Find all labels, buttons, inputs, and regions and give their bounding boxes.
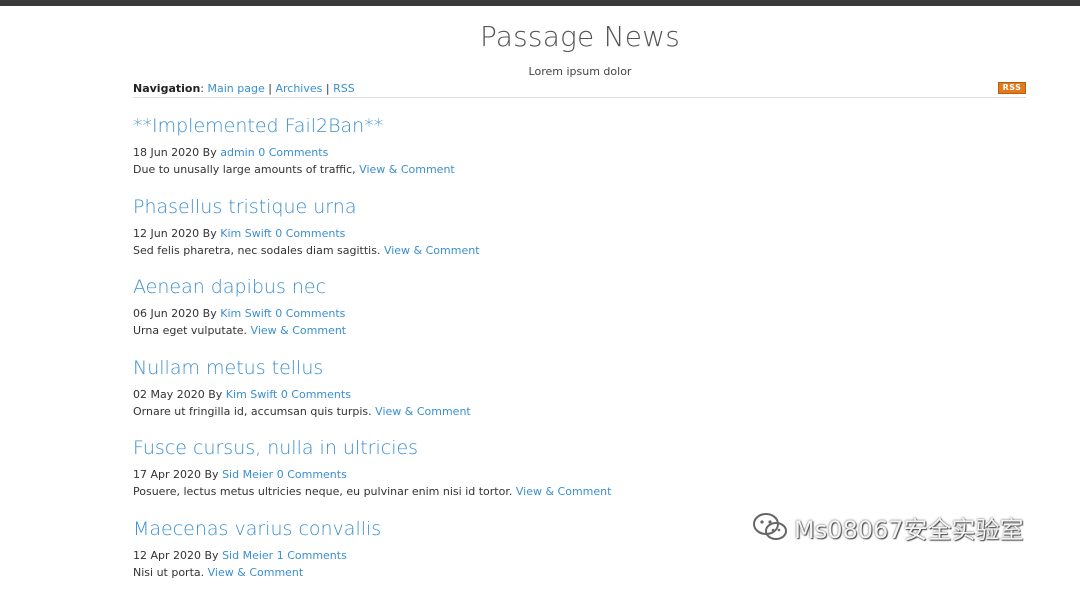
post-comments-link[interactable]: 0 Comments (275, 307, 345, 320)
view-comment-link[interactable]: View & Comment (384, 244, 480, 257)
post-meta: 02 May 2020 By Kim Swift 0 Comments (133, 386, 1026, 403)
view-comment-link[interactable]: View & Comment (516, 485, 612, 498)
view-comment-link[interactable]: View & Comment (375, 405, 471, 418)
post-meta: 06 Jun 2020 By Kim Swift 0 Comments (133, 305, 1026, 322)
post-excerpt: Due to unusally large amounts of traffic… (133, 161, 1026, 178)
watermark-text: Ms08067安全实验室 (794, 510, 1024, 545)
post-item: **Implemented Fail2Ban** 18 Jun 2020 By … (133, 113, 1026, 194)
view-comment-link[interactable]: View & Comment (359, 163, 455, 176)
post-comments-link[interactable]: 0 Comments (277, 468, 347, 481)
view-comment-link[interactable]: View & Comment (251, 324, 347, 337)
post-excerpt: Sed felis pharetra, nec sodales diam sag… (133, 242, 1026, 259)
watermark: Ms08067安全实验室 (752, 510, 1024, 544)
navigation-label: Navigation (133, 82, 200, 95)
post-date: 17 Apr 2020 (133, 468, 201, 481)
post-by: By (203, 307, 217, 320)
nav-link-archives[interactable]: Archives (275, 82, 322, 95)
wechat-icon (752, 512, 788, 542)
navigation-bar: Navigation: Main page | Archives | RSS (133, 82, 355, 95)
post-excerpt-text: Nisi ut porta. (133, 566, 204, 579)
browser-top-bar (0, 0, 1080, 6)
post-author-link[interactable]: admin (220, 146, 254, 159)
post-meta: 12 Jun 2020 By Kim Swift 0 Comments (133, 225, 1026, 242)
post-meta: 18 Jun 2020 By admin 0 Comments (133, 144, 1026, 161)
post-author-link[interactable]: Sid Meier (222, 549, 273, 562)
post-date: 12 Jun 2020 (133, 227, 199, 240)
post-item: Phasellus tristique urna 12 Jun 2020 By … (133, 194, 1026, 275)
post-excerpt: Ornare ut fringilla id, accumsan quis tu… (133, 403, 1026, 420)
post-item: Fusce cursus, nulla in ultricies 17 Apr … (133, 435, 1026, 516)
post-date: 06 Jun 2020 (133, 307, 199, 320)
post-comments-link[interactable]: 0 Comments (281, 388, 351, 401)
site-subtitle: Lorem ipsum dolor (0, 65, 1080, 78)
post-title-link[interactable]: Nullam metus tellus (133, 355, 1026, 381)
post-excerpt: Posuere, lectus metus ultricies neque, e… (133, 483, 1026, 500)
post-author-link[interactable]: Sid Meier (222, 468, 273, 481)
post-author-link[interactable]: Kim Swift (220, 227, 272, 240)
post-excerpt: Nisi ut porta. View & Comment (133, 564, 1026, 581)
post-comments-link[interactable]: 0 Comments (258, 146, 328, 159)
post-excerpt: Urna eget vulputate. View & Comment (133, 322, 1026, 339)
post-author-link[interactable]: Kim Swift (226, 388, 278, 401)
post-excerpt-text: Urna eget vulputate. (133, 324, 247, 337)
post-by: By (208, 388, 222, 401)
post-title-link[interactable]: Fusce cursus, nulla in ultricies (133, 435, 1026, 461)
post-excerpt-text: Ornare ut fringilla id, accumsan quis tu… (133, 405, 372, 418)
nav-separator: | (326, 82, 330, 95)
post-excerpt-text: Posuere, lectus metus ultricies neque, e… (133, 485, 512, 498)
site-title: Passage News (0, 20, 1080, 53)
post-by: By (205, 468, 219, 481)
nav-link-main-page[interactable]: Main page (208, 82, 265, 95)
rss-feed-icon[interactable]: RSS (998, 82, 1026, 94)
post-date: 02 May 2020 (133, 388, 205, 401)
view-comment-link[interactable]: View & Comment (208, 566, 304, 579)
post-author-link[interactable]: Kim Swift (220, 307, 272, 320)
nav-link-rss[interactable]: RSS (333, 82, 355, 95)
post-by: By (203, 146, 217, 159)
post-meta: 17 Apr 2020 By Sid Meier 0 Comments (133, 466, 1026, 483)
nav-separator: | (268, 82, 272, 95)
nav-divider (133, 97, 1026, 98)
post-item: Aenean dapibus nec 06 Jun 2020 By Kim Sw… (133, 274, 1026, 355)
post-title-link[interactable]: **Implemented Fail2Ban** (133, 113, 1026, 139)
navigation-colon: : (200, 82, 204, 95)
post-date: 12 Apr 2020 (133, 549, 201, 562)
post-title-link[interactable]: Phasellus tristique urna (133, 194, 1026, 220)
post-excerpt-text: Sed felis pharetra, nec sodales diam sag… (133, 244, 380, 257)
post-title-link[interactable]: Aenean dapibus nec (133, 274, 1026, 300)
post-by: By (205, 549, 219, 562)
post-comments-link[interactable]: 1 Comments (277, 549, 347, 562)
post-date: 18 Jun 2020 (133, 146, 199, 159)
post-excerpt-text: Due to unusally large amounts of traffic… (133, 163, 356, 176)
post-meta: 12 Apr 2020 By Sid Meier 1 Comments (133, 547, 1026, 564)
post-item: Nullam metus tellus 02 May 2020 By Kim S… (133, 355, 1026, 436)
post-comments-link[interactable]: 0 Comments (275, 227, 345, 240)
post-by: By (203, 227, 217, 240)
